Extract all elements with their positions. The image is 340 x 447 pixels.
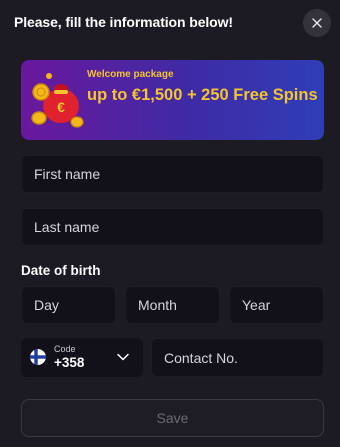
dob-day-input[interactable]	[34, 297, 115, 313]
contact-number-field[interactable]	[151, 338, 324, 377]
dialog-title: Please, fill the information below!	[14, 14, 233, 30]
registration-dialog: Please, fill the information below! € We…	[0, 0, 340, 447]
welcome-package-banner: € Welcome package up to €1,500 + 250 Fre…	[21, 60, 324, 140]
close-icon	[312, 18, 322, 28]
dob-label: Date of birth	[21, 263, 101, 278]
treasure-bag-icon: €	[31, 73, 84, 128]
finland-flag-icon	[30, 349, 46, 365]
save-button[interactable]: Save	[21, 399, 324, 437]
contact-number-input[interactable]	[164, 349, 323, 366]
dob-month-field[interactable]	[125, 286, 220, 324]
last-name-input[interactable]	[34, 219, 323, 235]
last-name-field[interactable]	[21, 208, 324, 246]
dob-year-input[interactable]	[242, 297, 323, 313]
dob-month-input[interactable]	[138, 297, 219, 313]
chevron-down-icon	[117, 353, 129, 361]
first-name-input[interactable]	[34, 166, 323, 182]
svg-text:€: €	[57, 99, 65, 115]
dob-year-field[interactable]	[229, 286, 324, 324]
first-name-field[interactable]	[21, 155, 324, 193]
promo-subtitle: Welcome package	[87, 69, 174, 80]
phone-code-select[interactable]: Code +358	[21, 338, 143, 377]
promo-headline: up to €1,500 + 250 Free Spins	[87, 86, 318, 104]
close-button[interactable]	[303, 9, 331, 37]
phone-code-label: Code	[54, 344, 76, 354]
phone-code-value: +358	[54, 355, 85, 370]
dob-day-field[interactable]	[21, 286, 116, 324]
